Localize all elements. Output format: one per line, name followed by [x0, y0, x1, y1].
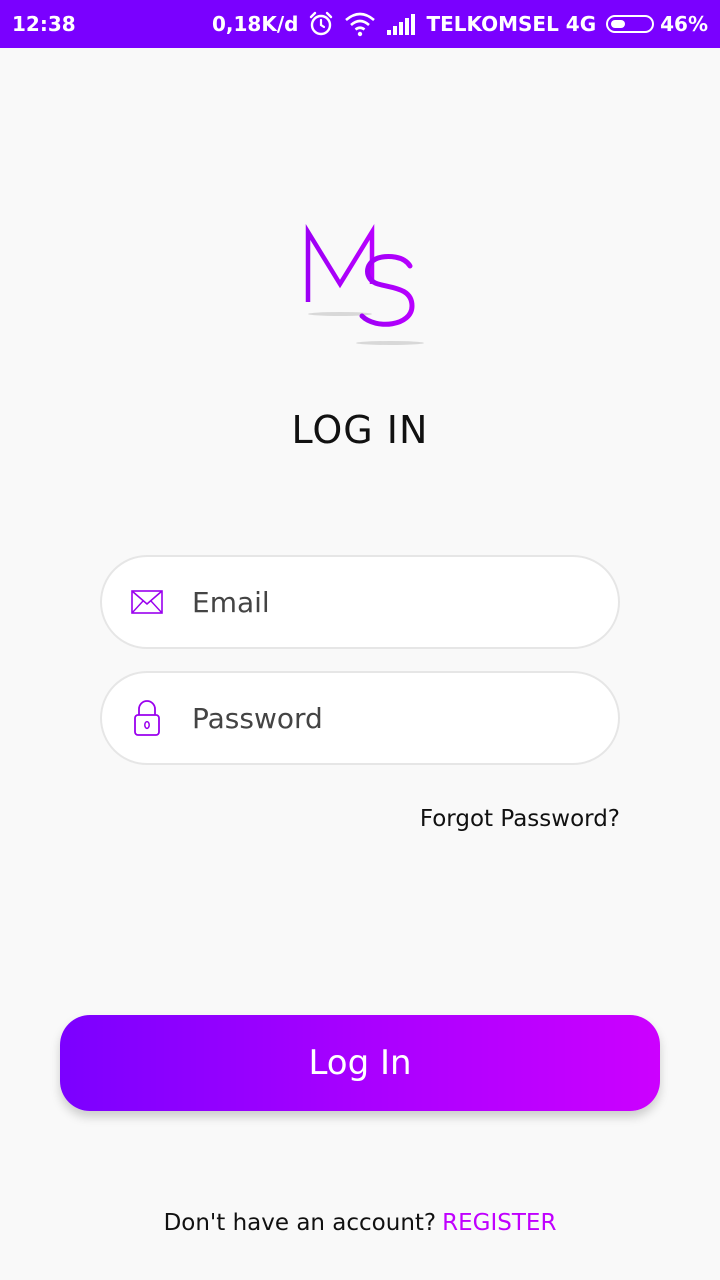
- alarm-icon: [308, 11, 334, 37]
- battery-indicator: 46%: [606, 12, 708, 36]
- page-title: LOG IN: [291, 408, 429, 452]
- battery-fill: [611, 20, 626, 28]
- battery-percent: 46%: [660, 12, 708, 36]
- signal-icon: [386, 12, 416, 36]
- register-link[interactable]: REGISTER: [442, 1210, 556, 1236]
- password-field[interactable]: [100, 671, 620, 765]
- register-prompt-text: Don't have an account?: [163, 1210, 437, 1236]
- forgot-password-link[interactable]: Forgot Password?: [420, 806, 620, 832]
- email-field[interactable]: [100, 555, 620, 649]
- mail-icon: [130, 585, 164, 619]
- carrier-label: TELKOMSEL 4G: [426, 12, 597, 36]
- login-button[interactable]: Log In: [60, 1015, 660, 1111]
- status-time: 12:38: [12, 12, 76, 36]
- status-bar: 12:38 0,18K/d TELKOMSEL 4G 46%: [0, 0, 720, 48]
- battery-icon: [606, 15, 655, 33]
- status-right-group: 0,18K/d TELKOMSEL 4G 46%: [212, 11, 708, 37]
- app-logo: [300, 222, 430, 350]
- wifi-icon: [344, 11, 376, 37]
- email-input[interactable]: [190, 571, 594, 633]
- password-input[interactable]: [190, 687, 594, 749]
- lock-icon: [130, 700, 164, 736]
- network-speed: 0,18K/d: [211, 12, 299, 36]
- register-prompt: Don't have an account? REGISTER: [0, 1210, 720, 1236]
